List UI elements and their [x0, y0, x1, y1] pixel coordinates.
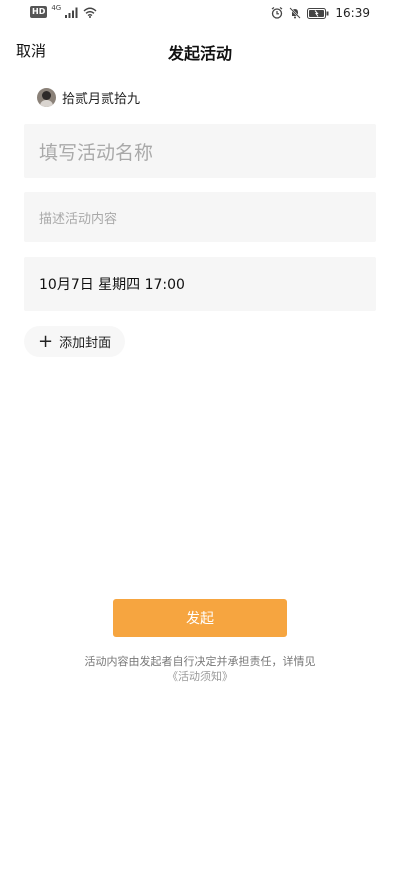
mute-bell-icon — [289, 7, 302, 19]
signal-icon — [65, 7, 79, 18]
submit-button[interactable]: 发起 — [113, 599, 287, 637]
clock-time: 16:39 — [335, 6, 370, 20]
user-row: 拾贰月贰拾九 — [37, 88, 140, 107]
activity-datetime-picker[interactable]: 10月7日 星期四 17:00 — [24, 257, 376, 311]
add-cover-button[interactable]: + 添加封面 — [24, 326, 126, 357]
battery-icon — [307, 7, 329, 19]
activity-description-input[interactable]: 描述活动内容 — [24, 192, 376, 242]
disclaimer: 活动内容由发起者自行决定并承担责任，详情见 《活动须知》 — [0, 654, 400, 684]
nav-bar: 取消 发起活动 — [0, 30, 400, 70]
username: 拾贰月贰拾九 — [62, 92, 141, 107]
activity-description-placeholder: 描述活动内容 — [39, 211, 118, 227]
plus-icon: + — [38, 330, 54, 352]
status-left: HD 4G — [30, 4, 97, 18]
activity-name-input[interactable]: 填写活动名称 — [24, 124, 376, 178]
activity-notice-link[interactable]: 《活动须知》 — [0, 669, 400, 684]
avatar — [37, 88, 56, 107]
wifi-icon — [83, 7, 97, 18]
hd-badge: HD — [30, 6, 48, 18]
alarm-icon — [271, 7, 283, 19]
status-bar: HD 4G 16:39 — [0, 0, 400, 28]
activity-name-placeholder: 填写活动名称 — [39, 141, 154, 164]
add-cover-label: 添加封面 — [59, 336, 112, 351]
page-title: 发起活动 — [167, 44, 232, 63]
network-type: 4G — [51, 4, 62, 12]
submit-label: 发起 — [186, 611, 214, 627]
disclaimer-text: 活动内容由发起者自行决定并承担责任，详情见 — [84, 655, 316, 668]
activity-datetime-value: 10月7日 星期四 17:00 — [39, 277, 185, 293]
status-right: 16:39 — [271, 6, 370, 20]
